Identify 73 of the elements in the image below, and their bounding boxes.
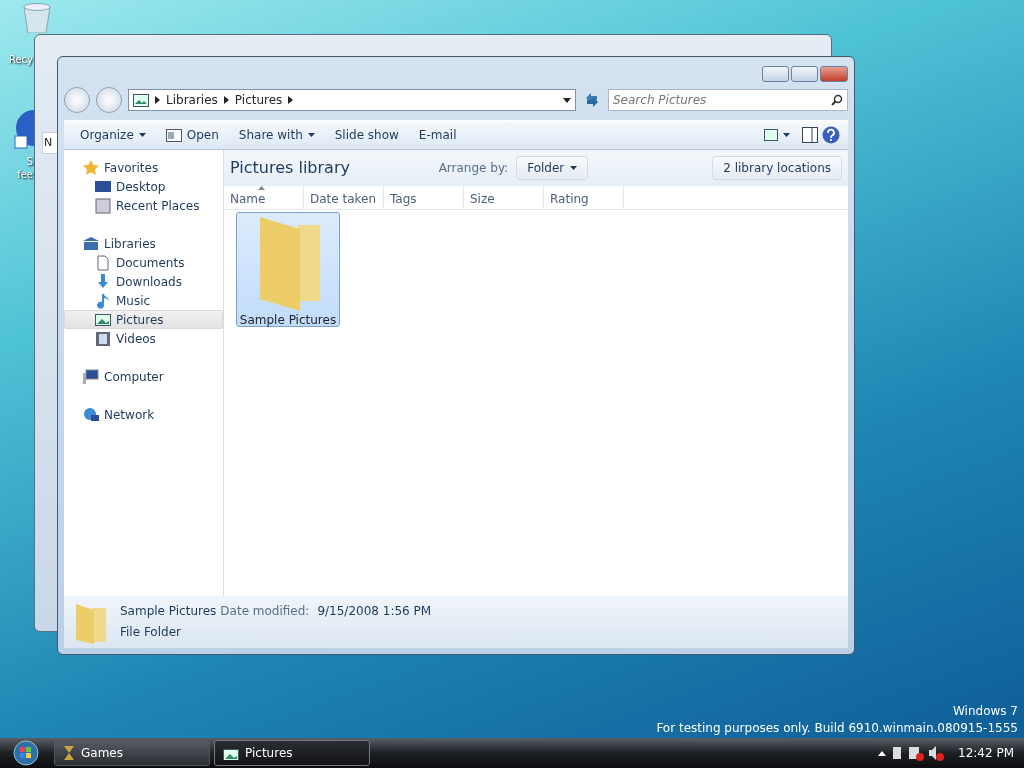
caret-icon (570, 166, 578, 170)
address-bar[interactable]: Libraries Pictures (128, 89, 576, 111)
breadcrumb-item[interactable]: Libraries (166, 91, 218, 109)
picture-icon (95, 311, 111, 328)
chevron-icon (155, 96, 160, 104)
build-text: For testing purposes only. Build 6910.winmain.080915-1555 (656, 720, 1018, 737)
toolbar-button[interactable]: Share with (230, 123, 323, 147)
maximize-button[interactable] (791, 66, 818, 82)
nav-item[interactable]: Downloads (64, 272, 223, 291)
nav-item[interactable]: Pictures (64, 310, 223, 329)
minimize-button[interactable] (762, 66, 789, 82)
item-type: File Folder (120, 624, 182, 641)
column-header[interactable]: Date taken (304, 186, 384, 209)
globe-icon (83, 406, 99, 423)
help-icon[interactable] (822, 126, 840, 144)
star-icon (83, 159, 99, 176)
library-locations-button[interactable]: 2 library locations (712, 156, 842, 180)
music-note-icon (95, 292, 111, 309)
windows-logo-icon (11, 740, 41, 766)
nav-item[interactable]: Desktop (64, 177, 223, 196)
detail-value: 9/15/2008 1:56 PM (317, 603, 432, 620)
recycle-bin-icon (22, 3, 52, 33)
chevron-icon (223, 96, 229, 104)
arrange-label: Arrange by: (438, 160, 509, 177)
toolbar-button[interactable]: E-mail (410, 123, 465, 147)
window-icon (165, 128, 182, 142)
hourglass-icon (63, 745, 75, 761)
up-arrow-icon[interactable] (878, 750, 886, 756)
taskbar-button[interactable]: Pictures (214, 740, 370, 766)
search-icon (831, 94, 843, 106)
column-header[interactable]: Name (224, 186, 304, 209)
caret-icon (138, 133, 146, 137)
monitor-icon (95, 178, 111, 195)
caret-icon (307, 133, 315, 137)
item-name: Sample Pictures (120, 603, 217, 620)
building-icon (83, 235, 99, 252)
column-header[interactable]: Tags (384, 186, 464, 209)
picture-icon (223, 746, 239, 760)
clock[interactable]: 12:42 PM (958, 744, 1014, 762)
arrange-dropdown[interactable]: Folder (516, 156, 589, 180)
nav-item[interactable]: Documents (64, 253, 223, 272)
toolbar-button[interactable]: Organize (72, 123, 154, 147)
nav-item[interactable]: Favorites (64, 158, 223, 177)
breadcrumb-item[interactable]: Pictures (234, 91, 283, 109)
picture-icon (764, 129, 778, 141)
preview-pane-icon[interactable] (802, 127, 818, 143)
document-icon (95, 254, 111, 271)
nav-item[interactable]: Recent Places (64, 196, 223, 215)
column-header[interactable]: Size (464, 186, 544, 209)
column-header[interactable]: N (42, 132, 58, 154)
nav-item[interactable]: Videos (64, 329, 223, 348)
folder-tile[interactable]: Sample Pictures (236, 212, 340, 327)
dropdown-caret-icon[interactable] (563, 97, 571, 103)
muted-speaker-icon[interactable] (928, 745, 944, 761)
library-title: Pictures library (230, 157, 351, 179)
nav-item[interactable]: Libraries (64, 234, 223, 253)
down-arrow-icon (95, 273, 111, 290)
caret-icon (783, 133, 790, 137)
detail-label: Date modified: (220, 603, 310, 620)
nav-item[interactable]: Computer (64, 367, 223, 386)
taskbar-button[interactable]: Games (54, 740, 210, 766)
search-field[interactable]: Search Pictures (608, 89, 848, 111)
nav-item[interactable]: Music (64, 291, 223, 310)
nav-item[interactable]: Network (64, 405, 223, 424)
film-icon (95, 330, 111, 347)
os-version-text: Windows 7 (952, 703, 1018, 720)
computer-icon (83, 368, 99, 385)
picture-icon (133, 93, 149, 107)
toolbar-button[interactable]: Open (157, 123, 227, 147)
chevron-icon (288, 96, 294, 104)
toolbar-button[interactable]: Slide show (326, 123, 407, 147)
column-header[interactable]: Rating (544, 186, 624, 209)
close-button[interactable] (820, 66, 848, 82)
